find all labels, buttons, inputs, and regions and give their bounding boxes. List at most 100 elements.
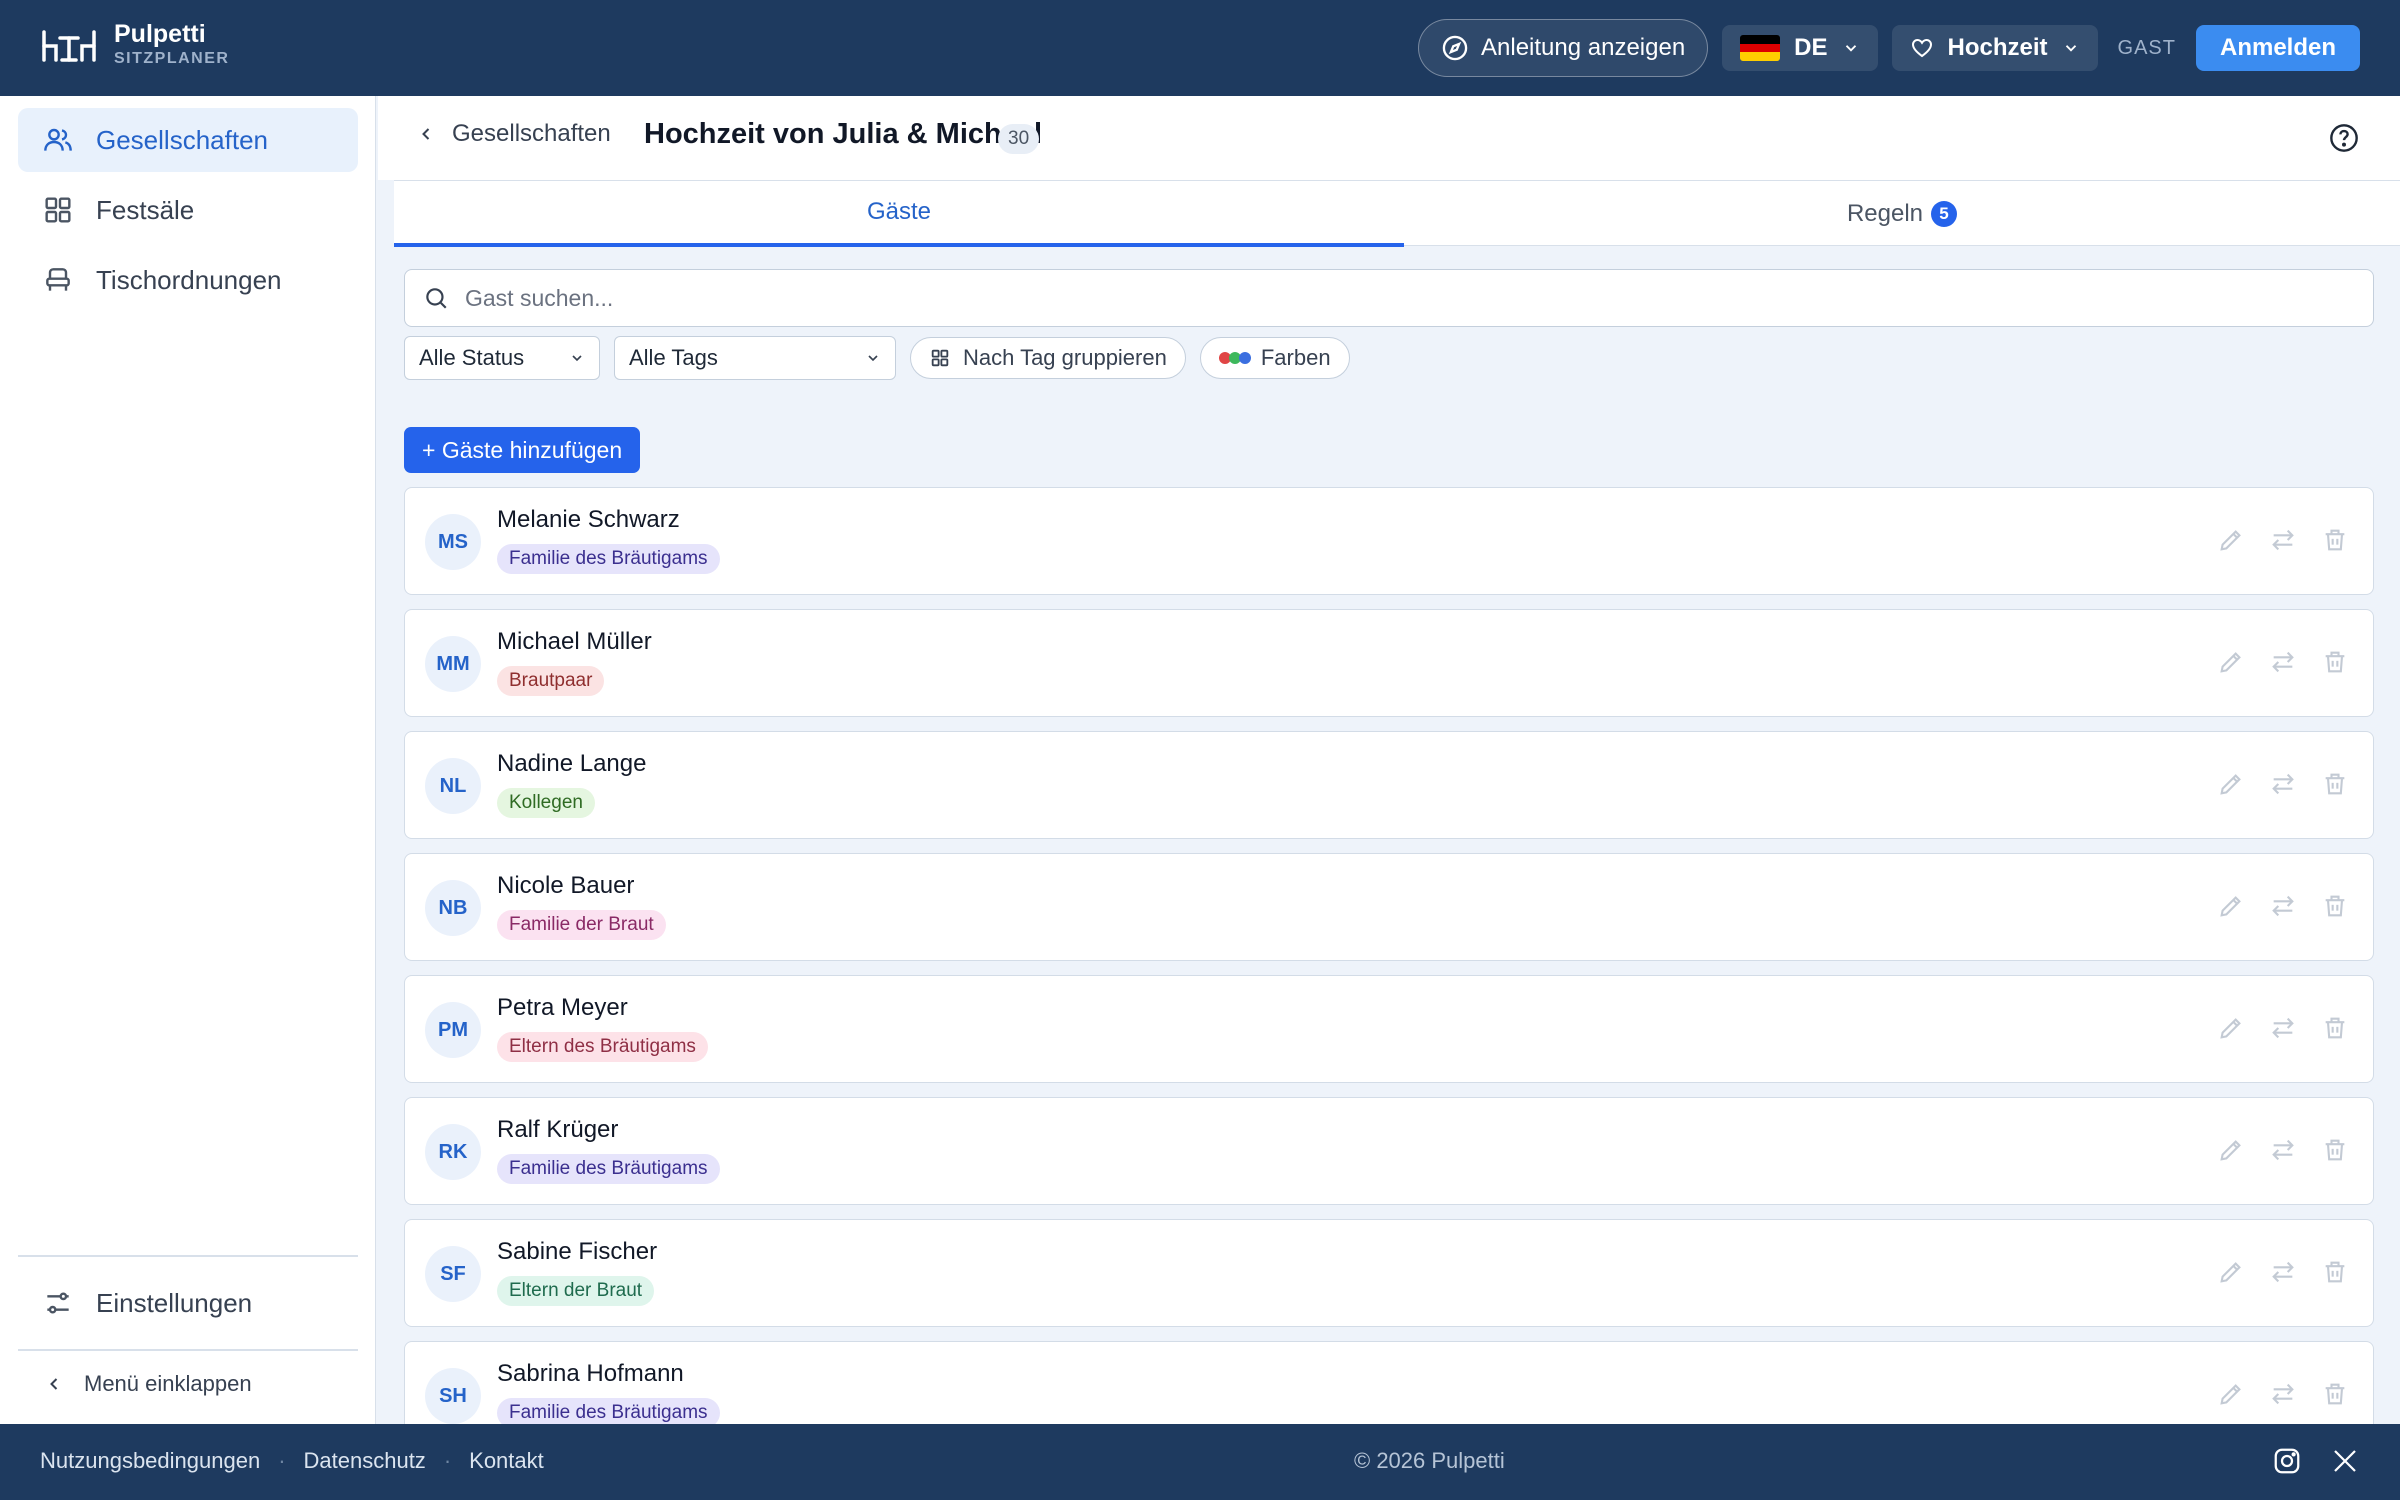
footer-separator: · xyxy=(443,1448,452,1473)
guest-name: Ralf Krüger xyxy=(497,1116,619,1143)
show-guide-button[interactable]: Anleitung anzeigen xyxy=(1418,19,1709,77)
guest-name: Nadine Lange xyxy=(497,750,647,777)
main-content: Gesellschaften Hochzeit von Julia & Mich… xyxy=(378,96,2400,1424)
group-by-tag-label: Nach Tag gruppieren xyxy=(963,345,1167,370)
guest-search xyxy=(404,269,2374,327)
swap-icon[interactable] xyxy=(2269,1014,2297,1042)
filter-bar: Alle Status Alle Tags Nach Tag gruppiere… xyxy=(404,336,1350,380)
chevron-down-icon xyxy=(868,355,878,362)
sidebar-item-label: Gesellschaften xyxy=(96,124,268,155)
delete-icon[interactable] xyxy=(2321,1380,2349,1408)
login-button[interactable]: Anmelden xyxy=(2195,25,2360,71)
colors-label: Farben xyxy=(1260,345,1331,370)
delete-icon[interactable] xyxy=(2321,892,2349,920)
guest-row[interactable]: SF Sabine Fischer Eltern der Braut xyxy=(404,1219,2374,1327)
sidebar-item-label: Tischordnungen xyxy=(96,264,282,295)
guest-tag: Eltern der Braut xyxy=(497,1276,655,1306)
edit-icon[interactable] xyxy=(2217,1380,2245,1408)
tab-label: Gäste xyxy=(866,198,932,225)
footer-separator: · xyxy=(278,1448,286,1473)
color-dots-icon xyxy=(1218,352,1251,364)
chevron-down-icon xyxy=(1845,45,1856,52)
top-header: Pulpetti SITZPLANER Anleitung anzeigen D… xyxy=(0,0,2400,96)
brand[interactable]: Pulpetti SITZPLANER xyxy=(40,22,229,67)
x-twitter-icon[interactable] xyxy=(2330,1446,2360,1476)
edit-icon[interactable] xyxy=(2217,1014,2245,1042)
delete-icon[interactable] xyxy=(2321,526,2349,554)
back-to-gesellschaften-link[interactable]: Gesellschaften xyxy=(416,120,611,148)
language-select[interactable]: DE xyxy=(1722,25,1878,71)
swap-icon[interactable] xyxy=(2269,1258,2297,1286)
guest-tag: Brautpaar xyxy=(497,666,605,696)
tab-regeln[interactable]: Regeln 5 xyxy=(1404,181,2400,247)
sidebar-item-gesellschaften[interactable]: Gesellschaften xyxy=(18,108,358,172)
collapse-menu-button[interactable]: Menü einklappen xyxy=(44,1371,252,1397)
edit-icon[interactable] xyxy=(2217,526,2245,554)
help-icon[interactable] xyxy=(2328,122,2360,154)
swap-icon[interactable] xyxy=(2269,526,2297,554)
guest-row[interactable]: RK Ralf Krüger Familie des Bräutigams xyxy=(404,1097,2374,1205)
guest-row[interactable]: SH Sabrina Hofmann Familie des Bräutigams xyxy=(404,1341,2374,1424)
edit-icon[interactable] xyxy=(2217,648,2245,676)
terms-link[interactable]: Nutzungsbedingungen xyxy=(40,1448,260,1474)
delete-icon[interactable] xyxy=(2321,648,2349,676)
search-input[interactable] xyxy=(465,284,2265,312)
sidebar-item-festsaele[interactable]: Festsäle xyxy=(18,178,358,242)
delete-icon[interactable] xyxy=(2321,770,2349,798)
group-by-tag-toggle[interactable]: Nach Tag gruppieren xyxy=(910,337,1186,379)
seat-icon xyxy=(46,268,70,291)
swap-icon[interactable] xyxy=(2269,770,2297,798)
guest-actions xyxy=(2217,1258,2349,1286)
chevron-down-icon xyxy=(2065,45,2076,52)
instagram-icon[interactable] xyxy=(2272,1446,2302,1476)
guest-actions xyxy=(2217,648,2349,676)
guest-row[interactable]: NB Nicole Bauer Familie der Braut xyxy=(404,853,2374,961)
germany-flag-icon xyxy=(1740,35,1781,61)
avatar: MS xyxy=(425,514,481,570)
edit-icon[interactable] xyxy=(2217,892,2245,920)
sidebar-item-settings[interactable]: Einstellungen xyxy=(18,1271,358,1335)
tags-filter-select[interactable]: Alle Tags xyxy=(614,336,896,380)
colors-toggle[interactable]: Farben xyxy=(1199,337,1350,379)
guest-row[interactable]: MS Melanie Schwarz Familie des Bräutigams xyxy=(404,487,2374,595)
avatar: MM xyxy=(425,636,481,692)
guest-row[interactable]: PM Petra Meyer Eltern des Bräutigams xyxy=(404,975,2374,1083)
tab-label: Regeln xyxy=(1846,200,1924,227)
guest-count-badge: 30 xyxy=(998,124,1040,154)
add-guests-button[interactable]: + Gäste hinzufügen xyxy=(404,427,641,473)
guest-actions xyxy=(2217,1380,2349,1408)
delete-icon[interactable] xyxy=(2321,1014,2349,1042)
swap-icon[interactable] xyxy=(2269,892,2297,920)
privacy-link[interactable]: Datenschutz xyxy=(304,1448,426,1474)
tabs: Gäste Regeln 5 xyxy=(394,180,2400,247)
event-type-select[interactable]: Hochzeit xyxy=(1891,25,2098,71)
language-code: DE xyxy=(1794,34,1828,61)
contact-link[interactable]: Kontakt xyxy=(469,1448,544,1474)
sidebar-item-tischordnungen[interactable]: Tischordnungen xyxy=(18,248,358,312)
swap-icon[interactable] xyxy=(2269,648,2297,676)
back-link-label: Gesellschaften xyxy=(452,120,611,147)
edit-icon[interactable] xyxy=(2217,1136,2245,1164)
edit-icon[interactable] xyxy=(2217,770,2245,798)
guest-actions xyxy=(2217,526,2349,554)
avatar: RK xyxy=(425,1124,481,1180)
status-filter-select[interactable]: Alle Status xyxy=(404,336,600,380)
delete-icon[interactable] xyxy=(2321,1136,2349,1164)
brand-name: Pulpetti xyxy=(114,20,206,48)
guest-tag: Kollegen xyxy=(497,788,595,818)
swap-icon[interactable] xyxy=(2269,1380,2297,1408)
guest-tag: Eltern des Bräutigams xyxy=(497,1032,708,1062)
copyright: © 2026 Pulpetti xyxy=(1354,1448,1505,1473)
swap-icon[interactable] xyxy=(2269,1136,2297,1164)
guest-name: Melanie Schwarz xyxy=(497,506,680,533)
edit-icon[interactable] xyxy=(2217,1258,2245,1286)
chevron-down-icon xyxy=(572,355,582,362)
tab-gaeste[interactable]: Gäste xyxy=(394,181,1404,247)
guest-tag: Familie des Bräutigams xyxy=(497,1398,720,1424)
logo-icon xyxy=(42,29,96,62)
guest-row[interactable]: MM Michael Müller Brautpaar xyxy=(404,609,2374,717)
guest-tag: Familie des Bräutigams xyxy=(497,544,720,574)
collapse-menu-label: Menü einklappen xyxy=(84,1371,252,1396)
delete-icon[interactable] xyxy=(2321,1258,2349,1286)
guest-row[interactable]: NL Nadine Lange Kollegen xyxy=(404,731,2374,839)
